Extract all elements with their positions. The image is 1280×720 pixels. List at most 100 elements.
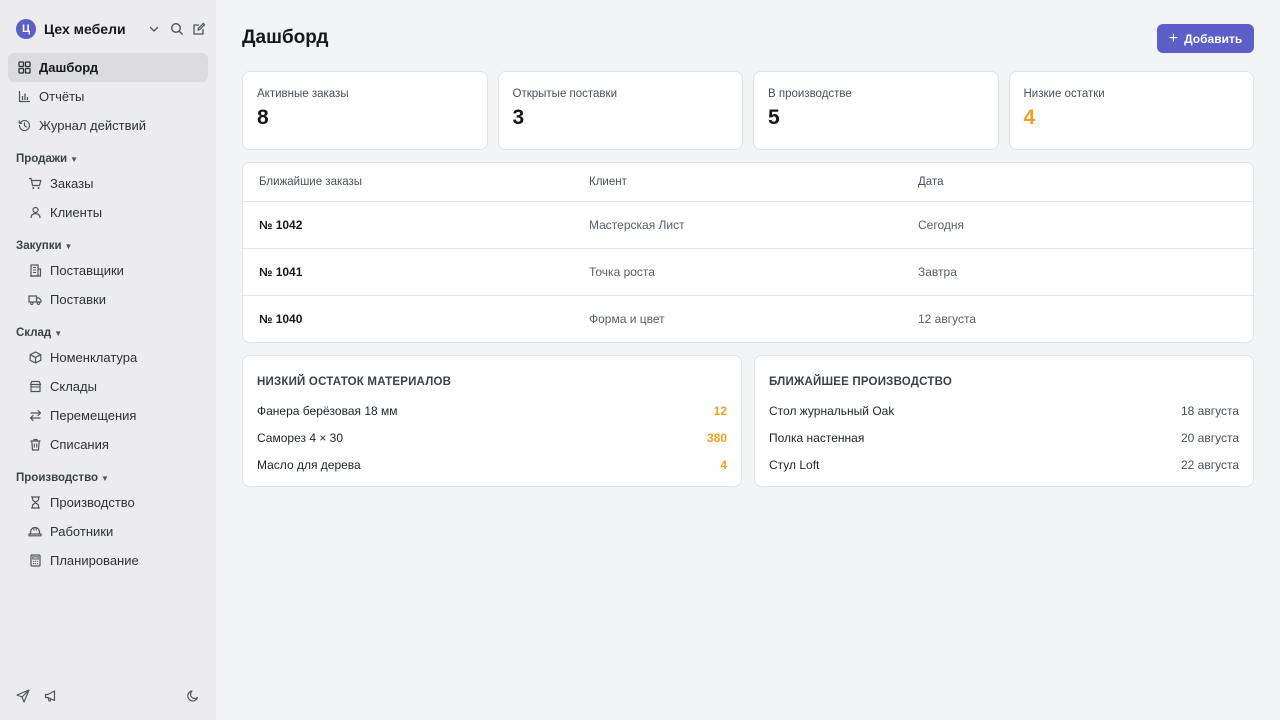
group-warehouse[interactable]: Склад ▼ <box>8 323 208 343</box>
material-name: Саморез 4 × 30 <box>257 430 344 445</box>
user-icon <box>28 206 42 220</box>
group-production[interactable]: Производство ▼ <box>8 468 208 488</box>
sidebar-item-deliveries[interactable]: Поставки <box>8 285 208 314</box>
hourglass-icon <box>28 496 42 510</box>
sidebar-item-suppliers[interactable]: Поставщики <box>8 256 208 285</box>
list-item[interactable]: Стол журнальный Oak 18 августа <box>769 397 1239 424</box>
material-name: Фанера берёзовая 18 мм <box>257 403 398 418</box>
low-stock-list: Фанера берёзовая 18 мм 12 Саморез 4 × 30… <box>257 397 727 478</box>
stat-value: 8 <box>257 106 269 129</box>
stat-card-active-orders[interactable]: Активные заказы 8 <box>242 71 488 150</box>
sidebar-item-dashboard[interactable]: Дашборд <box>8 53 208 82</box>
send-icon[interactable] <box>16 689 30 703</box>
list-item[interactable]: Фанера берёзовая 18 мм 12 <box>257 397 727 424</box>
bar-chart-icon <box>17 90 31 104</box>
sidebar-item-label: Поставщики <box>50 263 124 278</box>
stat-card-in-production[interactable]: В производстве 5 <box>753 71 999 150</box>
caret-down-icon: ▼ <box>64 241 73 251</box>
sidebar-item-production[interactable]: Производство <box>8 488 208 517</box>
box-icon <box>28 351 42 365</box>
stat-card-low-stock[interactable]: Низкие остатки 4 <box>1008 71 1254 150</box>
sidebar-item-clients[interactable]: Клиенты <box>8 198 208 227</box>
order-date: 12 августа <box>918 312 977 326</box>
sidebar-item-label: Номенклатура <box>50 350 138 365</box>
column-header-date: Дата <box>918 176 944 188</box>
grid-icon <box>17 61 31 75</box>
table-row[interactable]: № 1041 Точка роста Завтра <box>243 248 1253 295</box>
stat-card-open-deliveries[interactable]: Открытые поставки 3 <box>497 71 743 150</box>
order-date: Сегодня <box>918 218 964 232</box>
sidebar-item-nomenclature[interactable]: Номенклатура <box>8 343 208 372</box>
search-icon[interactable] <box>168 20 186 38</box>
sidebar-item-orders[interactable]: Заказы <box>8 169 208 198</box>
sidebar-item-transfers[interactable]: Перемещения <box>8 401 208 430</box>
list-item[interactable]: Полка настенная 20 августа <box>769 424 1239 451</box>
material-name: Масло для дерева <box>257 457 361 472</box>
sidebar-item-label: Заказы <box>50 176 94 191</box>
sidebar-item-label: Отчёты <box>39 89 85 104</box>
list-item[interactable]: Саморез 4 × 30 380 <box>257 424 727 451</box>
order-number: № 1042 <box>259 218 303 232</box>
stat-value: 3 <box>512 106 525 129</box>
sidebar-item-label: Перемещения <box>50 408 137 423</box>
upcoming-orders-table: Ближайшие заказы Клиент Дата № 1042 Маст… <box>242 162 1254 343</box>
truck-icon <box>28 293 42 307</box>
stat-label: Активные заказы <box>257 88 349 100</box>
moon-icon[interactable] <box>186 689 200 703</box>
sidebar-item-writeoffs[interactable]: Списания <box>8 430 208 459</box>
stat-label: В производстве <box>768 88 852 100</box>
sidebar-item-workers[interactable]: Работники <box>8 517 208 546</box>
order-date: Завтра <box>918 265 957 279</box>
caret-down-icon: ▼ <box>101 473 109 483</box>
store-icon <box>28 380 42 394</box>
sidebar-item-reports[interactable]: Отчёты <box>8 82 208 111</box>
group-label: Продажи <box>16 153 68 165</box>
stat-value: 4 <box>1023 106 1036 129</box>
material-quantity: 4 <box>720 457 727 472</box>
plus-icon: + <box>1168 29 1179 47</box>
order-number: № 1041 <box>259 265 303 279</box>
production-list: Стол журнальный Oak 18 августа Полка нас… <box>769 397 1239 478</box>
sidebar-item-label: Производство <box>50 495 135 510</box>
caret-down-icon: ▼ <box>70 154 79 164</box>
add-button[interactable]: + Добавить <box>1157 24 1254 53</box>
workspace-logo: Ц <box>16 19 36 39</box>
sidebar-item-label: Планирование <box>50 553 139 568</box>
sidebar-item-warehouses[interactable]: Склады <box>8 372 208 401</box>
trash-icon <box>28 438 42 452</box>
cart-icon <box>28 177 42 191</box>
add-button-label: Добавить <box>1184 31 1243 46</box>
list-item[interactable]: Стул Loft 22 августа <box>769 451 1239 478</box>
stat-value: 5 <box>768 106 780 129</box>
order-client: Точка роста <box>589 265 655 279</box>
table-header: Ближайшие заказы Клиент Дата <box>243 163 1253 201</box>
table-row[interactable]: № 1040 Форма и цвет 12 августа <box>243 295 1253 342</box>
list-item[interactable]: Масло для дерева 4 <box>257 451 727 478</box>
group-sales[interactable]: Продажи ▼ <box>8 149 208 169</box>
chevron-down-icon[interactable] <box>148 23 160 35</box>
low-stock-panel: НИЗКИЙ ОСТАТОК МАТЕРИАЛОВ Фанера берёзов… <box>242 355 742 487</box>
order-client: Форма и цвет <box>589 312 665 326</box>
group-label: Закупки <box>16 240 62 252</box>
main-content: Дашборд + Добавить Активные заказы 8 Отк… <box>216 0 1280 720</box>
workspace-header[interactable]: Ц Цех мебели <box>8 16 208 42</box>
production-date: 20 августа <box>1180 430 1239 445</box>
page-title: Дашборд <box>242 27 329 48</box>
megaphone-icon[interactable] <box>44 689 58 703</box>
product-name: Стол журнальный Oak <box>769 403 895 418</box>
product-name: Полка настенная <box>769 430 865 445</box>
group-label: Склад <box>16 327 52 339</box>
sidebar-nav: Дашборд Отчёты Журнал действий Продажи ▼ … <box>8 53 208 575</box>
edit-icon[interactable] <box>190 20 208 38</box>
calculator-icon <box>28 554 42 568</box>
table-row[interactable]: № 1042 Мастерская Лист Сегодня <box>243 201 1253 248</box>
sidebar-item-label: Дашборд <box>39 60 99 75</box>
group-purchases[interactable]: Закупки ▼ <box>8 236 208 256</box>
sidebar-item-activity-log[interactable]: Журнал действий <box>8 111 208 140</box>
sidebar-item-label: Работники <box>50 524 114 539</box>
sidebar-item-planning[interactable]: Планирование <box>8 546 208 575</box>
upcoming-production-panel: БЛИЖАЙШЕЕ ПРОИЗВОДСТВО Стол журнальный O… <box>754 355 1254 487</box>
material-quantity: 380 <box>706 430 727 445</box>
sidebar-item-label: Журнал действий <box>39 118 147 133</box>
sidebar-item-label: Склады <box>50 379 97 394</box>
